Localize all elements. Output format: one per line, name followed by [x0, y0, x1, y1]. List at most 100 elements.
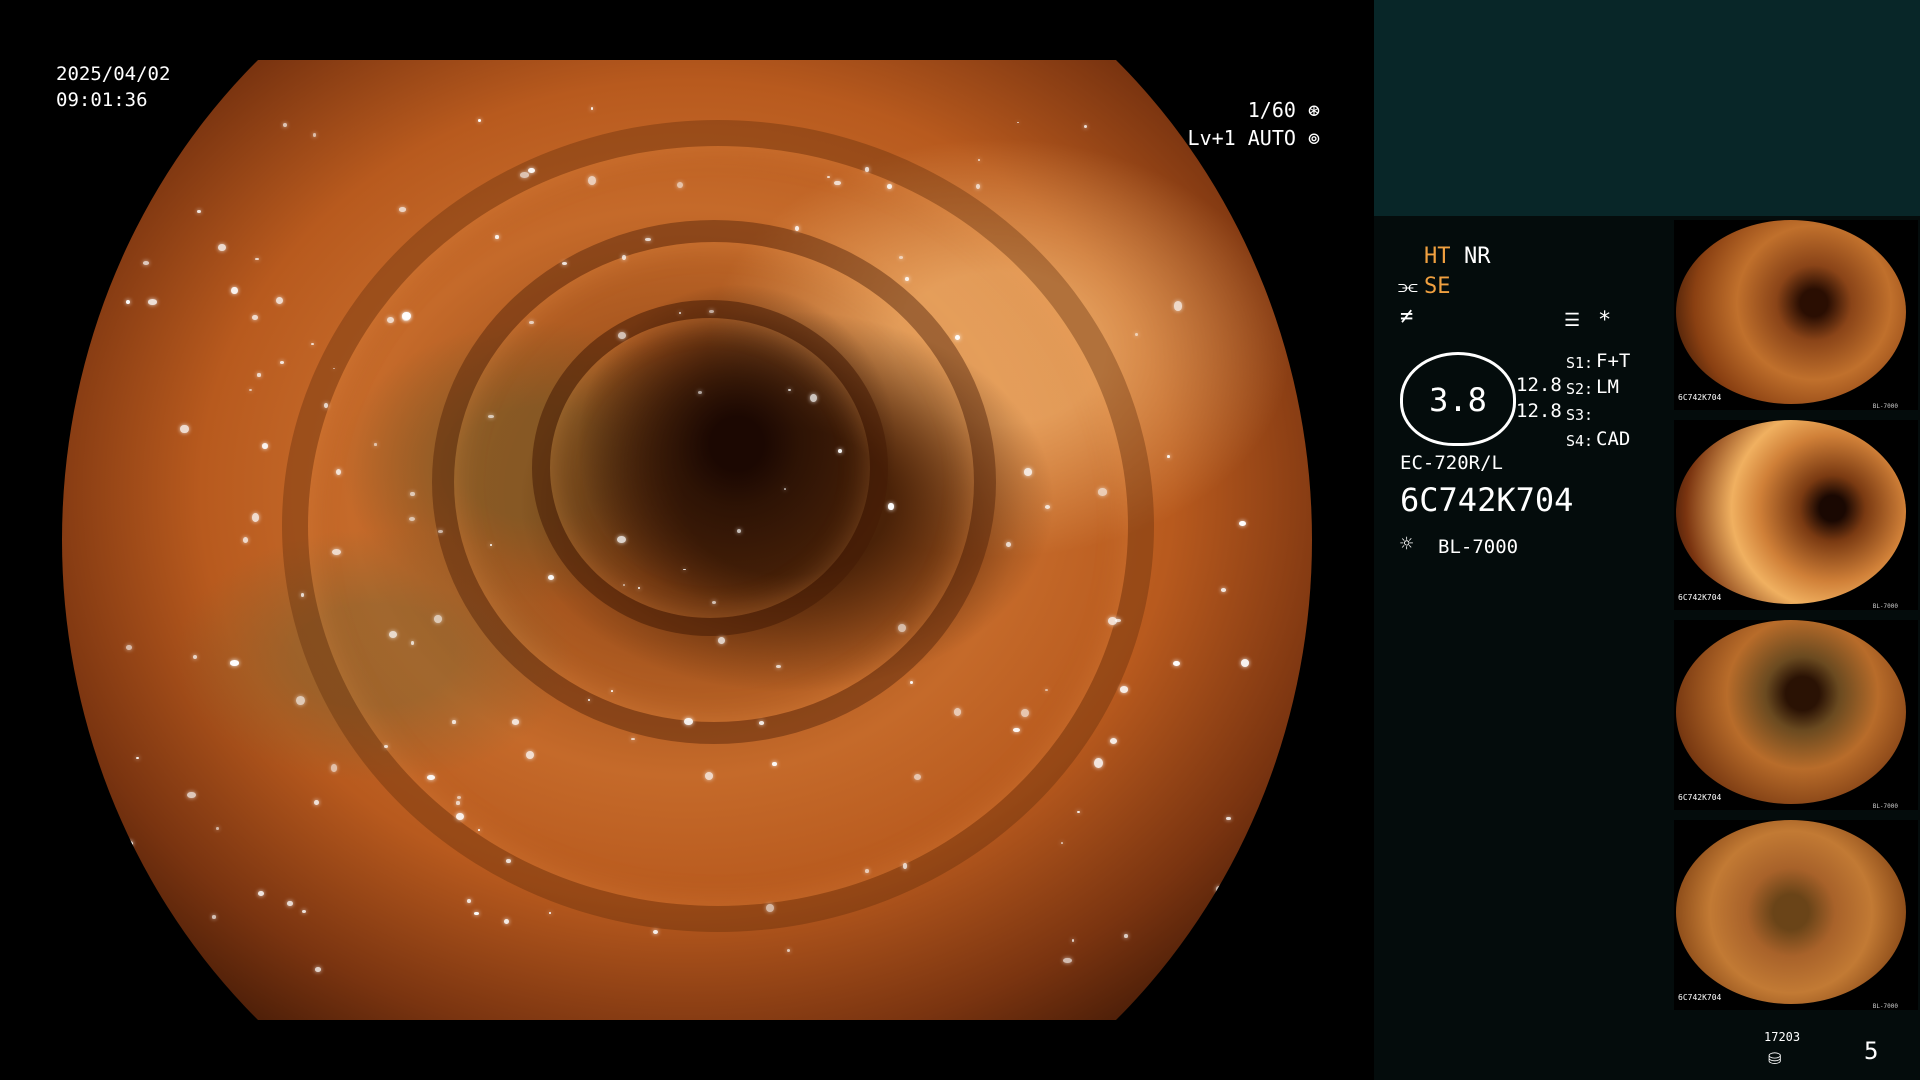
star-indicator: * [1598, 308, 1612, 333]
specular-highlight [142, 260, 150, 265]
specular-highlight [383, 744, 388, 748]
specular-highlight [387, 316, 394, 323]
specular-highlight [125, 300, 130, 304]
specular-highlight [1071, 939, 1075, 942]
specular-highlight [898, 255, 903, 259]
s2-label: S2: [1566, 380, 1594, 398]
s4-value: CAD [1596, 428, 1631, 450]
captured-thumbnail[interactable]: 6C742K704 BL-7000 [1674, 820, 1918, 1010]
value-a: 12.8 [1516, 374, 1562, 396]
specular-highlight [759, 721, 765, 725]
specular-highlight [684, 718, 693, 726]
scope-serial: 6C742K704 [1400, 481, 1574, 519]
specular-highlight [709, 310, 714, 314]
level-value: Lv+1 AUTO [1187, 126, 1296, 150]
specular-highlight [837, 448, 842, 453]
specular-highlight [888, 503, 894, 510]
iris-icon: ⊚ [1295, 126, 1320, 150]
shutter-value: 1/60 [1247, 98, 1296, 122]
image-counter: 17203 [1764, 1030, 1801, 1044]
specular-highlight [1134, 332, 1138, 336]
specular-highlight [1045, 504, 1050, 509]
specular-highlight [311, 342, 315, 345]
specular-highlight [489, 544, 492, 546]
thumbnail-label: 6C742K704 [1678, 393, 1722, 402]
specular-highlight [477, 829, 480, 831]
specular-highlight [455, 812, 464, 820]
specular-highlight [772, 761, 777, 767]
s4-label: S4: [1566, 432, 1594, 450]
captured-thumbnail[interactable]: 6C742K704 BL-7000 [1674, 420, 1918, 610]
thumbnail-meta: BL-7000 [1872, 803, 1898, 810]
captured-images: 6C742K704 BL-7000 6C742K704 BL-7000 6C742K70… [1664, 216, 1920, 1080]
specular-highlight [1119, 685, 1129, 693]
endoscope-view [62, 60, 1312, 1020]
s3-label: S3: [1566, 406, 1594, 424]
thumbnail-label: 6C742K704 [1678, 593, 1722, 602]
specular-highlight [434, 615, 442, 623]
specular-highlight [1006, 541, 1011, 547]
s1-value: F+T [1596, 350, 1631, 372]
specular-highlight [1060, 842, 1063, 845]
specular-highlight [330, 763, 338, 772]
specular-highlight [698, 390, 702, 395]
zoom-gauge: 3.8 [1400, 352, 1516, 446]
specular-highlight [180, 424, 189, 434]
thumbnail-meta: BL-7000 [1872, 403, 1898, 410]
specular-highlight [257, 891, 264, 896]
header-band [1374, 0, 1920, 216]
specular-highlight [954, 708, 962, 716]
specular-highlight [1094, 757, 1103, 768]
specular-highlight [622, 583, 625, 586]
specular-highlight [126, 645, 132, 650]
specular-highlight [520, 171, 530, 178]
specular-highlight [783, 488, 786, 490]
specular-highlight [136, 756, 140, 759]
specular-highlight [902, 863, 908, 869]
specular-highlight [590, 107, 594, 110]
specular-highlight [456, 795, 462, 799]
thumbnail-image [1676, 820, 1906, 1004]
structure-enhance-icon: ⫘ [1398, 274, 1418, 299]
captured-thumbnail[interactable]: 6C742K704 BL-7000 [1674, 620, 1918, 810]
specular-highlight [261, 443, 268, 449]
specular-highlight [512, 719, 520, 725]
specular-highlight [786, 948, 790, 952]
specular-highlight [1215, 886, 1223, 893]
specular-highlight [230, 660, 240, 666]
specular-highlight [1013, 727, 1020, 733]
specular-highlight [399, 207, 407, 212]
specular-highlight [1221, 588, 1227, 592]
specular-highlight [257, 373, 261, 377]
specular-highlight [506, 858, 511, 863]
specular-highlight [251, 512, 260, 522]
specular-highlight [886, 183, 892, 189]
exam-date: 2025/04/02 [56, 63, 171, 85]
value-b: 12.8 [1516, 400, 1562, 422]
specular-highlight [287, 900, 293, 907]
specular-highlight [897, 623, 906, 632]
brightness-level: Lv+1 AUTO ⊚ [1188, 126, 1320, 151]
shutter-speed: 1/60 ⊛ [1248, 98, 1320, 123]
specular-highlight [335, 468, 341, 475]
shutter-icon: ⊛ [1295, 98, 1320, 122]
captured-thumbnail[interactable]: 6C742K704 BL-7000 [1674, 220, 1918, 410]
thumbnail-meta: BL-7000 [1872, 603, 1898, 610]
thumbnail-meta: BL-7000 [1872, 1003, 1898, 1010]
color-enhance-icon: ≠ [1400, 304, 1414, 329]
specular-highlight [1183, 953, 1187, 956]
specular-highlight [300, 593, 305, 597]
specular-highlight [1124, 934, 1128, 938]
specular-highlight [374, 443, 377, 446]
scope-model: EC-720R/L [1400, 452, 1503, 474]
specular-highlight [125, 840, 134, 847]
specular-highlight [1063, 957, 1072, 963]
specular-highlight [312, 132, 317, 137]
specular-highlight [495, 235, 499, 239]
s2-value: LM [1596, 376, 1619, 398]
specular-highlight [332, 548, 341, 555]
specular-highlight [529, 320, 534, 324]
s1-label: S1: [1566, 354, 1594, 372]
specular-highlight [427, 774, 435, 780]
specular-highlight [1044, 688, 1048, 691]
